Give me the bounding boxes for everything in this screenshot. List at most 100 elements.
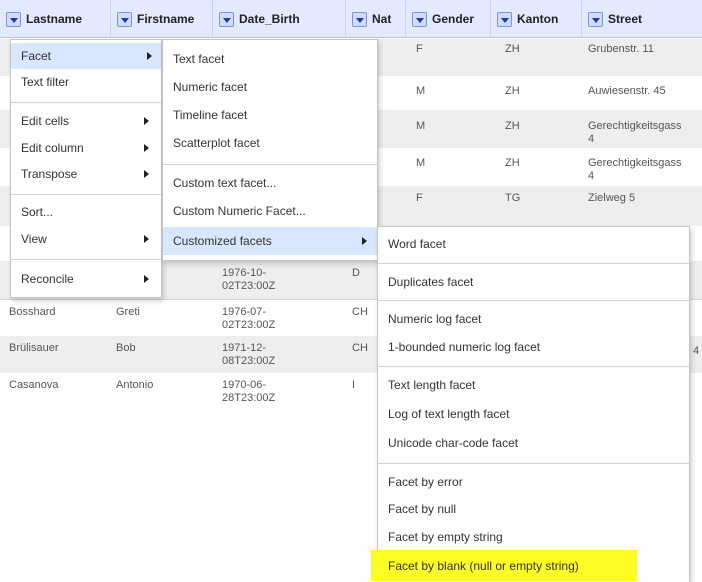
- menu-item-label: Text facet: [173, 52, 225, 66]
- column-label: Nat: [372, 12, 392, 26]
- cell-street: Zielweg 5: [588, 192, 636, 204]
- chevron-right-icon: [144, 117, 149, 125]
- chevron-down-icon[interactable]: [352, 11, 367, 27]
- menu-item-label: Custom Numeric Facet...: [173, 204, 306, 218]
- menu-item-custom-numeric-facet[interactable]: Custom Numeric Facet...: [163, 197, 377, 225]
- cell-lastname: Bosshard: [9, 306, 56, 318]
- menu-item-label: Numeric log facet: [388, 312, 482, 326]
- facet-submenu: Text facet Numeric facet Timeline facet …: [162, 39, 378, 261]
- column-context-menu: Facet Text filter Edit cells Edit column…: [10, 39, 162, 298]
- chevron-right-icon: [144, 235, 149, 243]
- chevron-down-icon[interactable]: [6, 11, 21, 27]
- menu-item-numeric-facet[interactable]: Numeric facet: [163, 73, 377, 101]
- cell-gender: M: [416, 85, 426, 97]
- menu-item-label: Word facet: [388, 237, 446, 251]
- menu-item-label: Numeric facet: [173, 80, 248, 94]
- cell-nat: D: [352, 267, 360, 279]
- menu-item-facet-by-error[interactable]: Facet by error: [378, 468, 689, 495]
- cell-date-birth: 1976-07- 02T23:00Z: [222, 306, 276, 331]
- menu-item-facet-by-null[interactable]: Facet by null: [378, 495, 689, 523]
- chevron-down-icon[interactable]: [219, 11, 234, 27]
- menu-item-facet-by-empty-string[interactable]: Facet by empty string: [378, 523, 689, 550]
- cell-gender: F: [416, 43, 423, 55]
- menu-item-label: Facet by empty string: [388, 529, 503, 544]
- chevron-down-icon[interactable]: [497, 11, 512, 27]
- menu-item-text-filter[interactable]: Text filter: [11, 69, 161, 95]
- menu-item-edit-cells[interactable]: Edit cells: [11, 107, 161, 134]
- menu-item-text-length-facet[interactable]: Text length facet: [378, 370, 689, 399]
- menu-item-transpose[interactable]: Transpose: [11, 161, 161, 187]
- chevron-right-icon: [362, 237, 367, 245]
- chevron-down-icon[interactable]: [117, 11, 132, 27]
- cell-kanton: TG: [505, 192, 521, 204]
- cell-street: Auwiesenstr. 45: [588, 85, 666, 97]
- cell-date-birth: 1970-06- 28T23:00Z: [222, 379, 276, 404]
- chevron-right-icon: [147, 52, 152, 60]
- column-header-lastname[interactable]: Lastname: [0, 0, 111, 38]
- menu-item-label: View: [21, 231, 47, 246]
- chevron-right-icon: [144, 275, 149, 283]
- menu-item-label: Text filter: [21, 75, 70, 89]
- menu-separator: [11, 259, 161, 260]
- column-header-street[interactable]: Street: [582, 0, 702, 38]
- menu-item-label: Facet by null: [388, 502, 457, 516]
- cell-nat: CH: [352, 306, 368, 318]
- cell-street: Grubenstr. 11: [588, 43, 654, 55]
- menu-item-label: Edit cells: [21, 113, 70, 128]
- menu-item-scatterplot-facet[interactable]: Scatterplot facet: [163, 129, 377, 157]
- menu-item-label: Sort...: [21, 205, 54, 219]
- chevron-right-icon: [144, 144, 149, 152]
- cell-street: Gerechtigkeitsgass 4: [588, 157, 682, 182]
- cell-lastname: Brülisauer: [9, 342, 59, 354]
- cell-nat: CH: [352, 342, 368, 354]
- cell-nat: I: [352, 379, 356, 391]
- cell-kanton: ZH: [505, 120, 520, 132]
- cell-date-birth: 1976-10- 02T23:00Z: [222, 267, 276, 292]
- cell-kanton: ZH: [505, 43, 520, 55]
- menu-item-label: Text length facet: [388, 377, 476, 392]
- column-header-kanton[interactable]: Kanton: [491, 0, 582, 38]
- chevron-down-icon[interactable]: [588, 11, 603, 27]
- menu-item-reconcile[interactable]: Reconcile: [11, 265, 161, 293]
- menu-item-label: Scatterplot facet: [173, 136, 260, 150]
- menu-item-log-text-length-facet[interactable]: Log of text length facet: [378, 399, 689, 428]
- column-header-date-birth[interactable]: Date_Birth: [213, 0, 346, 38]
- menu-item-facet-by-blank[interactable]: Facet by blank (null or empty string): [371, 550, 637, 581]
- menu-item-custom-text-facet[interactable]: Custom text facet...: [163, 169, 377, 197]
- column-label: Lastname: [26, 12, 83, 26]
- column-header-nat[interactable]: Nat: [346, 0, 406, 38]
- column-label: Kanton: [517, 12, 559, 26]
- menu-item-text-facet[interactable]: Text facet: [163, 45, 377, 73]
- menu-item-unicode-char-code-facet[interactable]: Unicode char-code facet: [378, 428, 689, 457]
- menu-item-word-facet[interactable]: Word facet: [378, 230, 689, 258]
- menu-item-label: Facet by error: [388, 474, 463, 489]
- menu-item-label: Facet: [21, 49, 52, 63]
- menu-item-timeline-facet[interactable]: Timeline facet: [163, 101, 377, 129]
- cell-street: 4: [693, 345, 700, 357]
- menu-item-1-bounded-numeric-log-facet[interactable]: 1-bounded numeric log facet: [378, 333, 689, 361]
- column-label: Gender: [432, 12, 475, 26]
- cell-kanton: ZH: [505, 157, 520, 169]
- menu-item-label: Customized facets: [173, 234, 272, 248]
- menu-item-facet[interactable]: Facet: [11, 43, 161, 69]
- menu-item-label: Log of text length facet: [388, 406, 510, 421]
- cell-gender: M: [416, 157, 426, 169]
- column-label: Firstname: [137, 12, 195, 26]
- menu-item-sort[interactable]: Sort...: [11, 199, 161, 225]
- cell-gender: M: [416, 120, 426, 132]
- column-header-bar: Lastname Firstname Date_Birth Nat Gender…: [0, 0, 702, 38]
- menu-item-numeric-log-facet[interactable]: Numeric log facet: [378, 305, 689, 333]
- menu-separator: [378, 300, 689, 301]
- column-header-gender[interactable]: Gender: [406, 0, 491, 38]
- menu-item-label: Edit column: [21, 140, 84, 155]
- menu-item-view[interactable]: View: [11, 225, 161, 252]
- menu-separator: [378, 463, 689, 464]
- menu-item-label: Custom text facet...: [173, 176, 277, 190]
- menu-item-customized-facets[interactable]: Customized facets: [163, 227, 377, 255]
- chevron-down-icon[interactable]: [412, 11, 427, 27]
- menu-item-duplicates-facet[interactable]: Duplicates facet: [378, 268, 689, 295]
- chevron-right-icon: [144, 170, 149, 178]
- menu-separator: [11, 102, 161, 103]
- menu-item-edit-column[interactable]: Edit column: [11, 134, 161, 161]
- column-header-firstname[interactable]: Firstname: [111, 0, 213, 38]
